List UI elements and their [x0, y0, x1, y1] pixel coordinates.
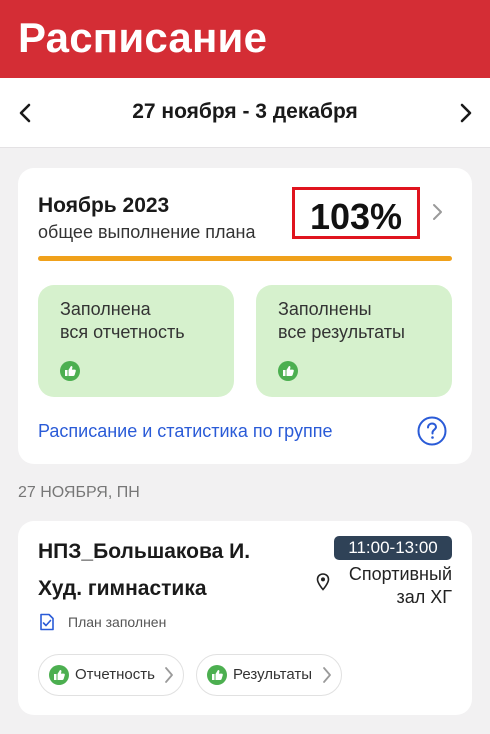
- results-button-label: Результаты: [233, 666, 312, 683]
- location-line: Спортивный: [348, 564, 452, 584]
- summary-subtitle: общее выполнение плана: [38, 222, 256, 242]
- plan-progress-fill: [38, 256, 452, 261]
- tile-line: Заполнены: [278, 299, 372, 319]
- app-header: Расписание: [0, 0, 490, 78]
- reports-status-tile[interactable]: Заполнена вся отчетность: [38, 285, 234, 397]
- page-title: Расписание: [18, 14, 268, 61]
- week-range: 27 ноября - 3 декабря: [132, 100, 358, 123]
- chevron-right-icon: [323, 667, 331, 683]
- tile-line: все результаты: [278, 322, 405, 342]
- reports-button-label: Отчетность: [75, 666, 155, 683]
- reports-button[interactable]: Отчетность: [38, 654, 184, 696]
- results-status-tile[interactable]: Заполнены все результаты: [256, 285, 452, 397]
- thumbs-up-icon: [49, 665, 69, 685]
- plan-percent: 103%: [309, 196, 403, 237]
- location-pin-icon: [316, 573, 330, 591]
- chevron-right-icon: [165, 667, 173, 683]
- chevron-right-icon[interactable]: [428, 202, 446, 222]
- thumbs-up-icon: [60, 361, 80, 381]
- time-badge: 11:00-13:00: [334, 536, 452, 560]
- percent-highlight[interactable]: 103%: [292, 187, 420, 239]
- sport-name: Худ. гимнастика: [38, 577, 207, 600]
- question-icon[interactable]: [417, 416, 447, 446]
- plan-status: План заполнен: [68, 614, 167, 630]
- summary-month: Ноябрь 2023: [38, 194, 170, 217]
- chevron-right-icon[interactable]: [452, 100, 478, 126]
- document-check-icon: [40, 613, 54, 631]
- group-schedule-link[interactable]: Расписание и статистика по группе: [38, 421, 332, 442]
- group-name: НПЗ_Большакова И.: [38, 540, 251, 563]
- tile-line: Заполнена: [60, 299, 151, 319]
- plan-summary-card: Ноябрь 2023 общее выполнение плана 103% …: [18, 168, 472, 464]
- tile-line: вся отчетность: [60, 322, 185, 342]
- lesson-card[interactable]: НПЗ_Большакова И. Худ. гимнастика 11:00-…: [18, 521, 472, 715]
- thumbs-up-icon: [207, 665, 227, 685]
- plan-progress-bar: [38, 256, 452, 261]
- day-header: 27 НОЯБРЯ, ПН: [18, 484, 140, 501]
- results-button[interactable]: Результаты: [196, 654, 342, 696]
- week-navigator: 27 ноября - 3 декабря: [0, 78, 490, 148]
- location-line: зал ХГ: [396, 587, 452, 607]
- thumbs-up-icon: [278, 361, 298, 381]
